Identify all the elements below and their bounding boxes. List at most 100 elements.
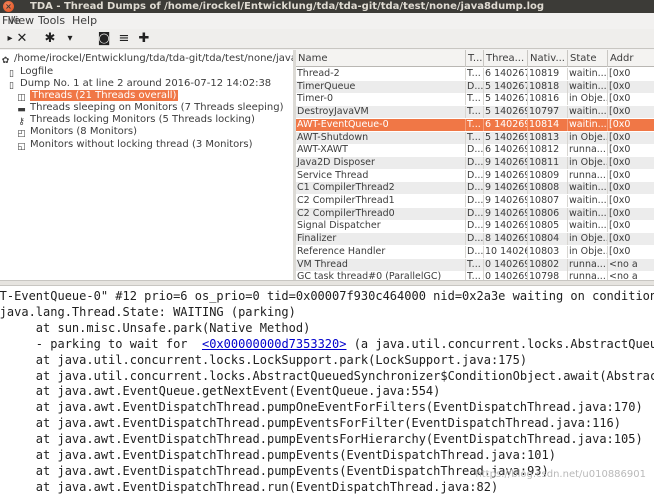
- cell-name: VM Thread: [296, 258, 466, 271]
- cell-native-id: 10809: [528, 169, 568, 182]
- table-row[interactable]: GC task thread#0 (ParallelGC) T... 0 14026…: [296, 271, 654, 280]
- cell-thread-id: 9 140269...: [484, 195, 528, 207]
- tree-item-locking[interactable]: ⚷ Threads locking Monitors (5 Threads loc…: [16, 114, 255, 127]
- table-row[interactable]: Service ThreadD...9 140269...10809runna.…: [296, 169, 654, 182]
- watermark: https://blog.csdn.net/u010886901: [475, 469, 646, 480]
- tree-item-monitors-unlocked[interactable]: ◱ Monitors without locking thread (3 Moni…: [16, 139, 252, 152]
- tree-root[interactable]: ✿/home/irockel/Entwicklung/tda/tda-git/t…: [0, 53, 293, 66]
- cell-address: [0x0: [609, 118, 631, 130]
- cell-name: AWT-Shutdown: [296, 131, 466, 144]
- cell-type: D...: [467, 144, 484, 157]
- tree-item-threads[interactable]: ◫ Threads (21 Threads overall): [16, 90, 179, 103]
- dump-line-text: "AWT-EventQueue-0" #12 prio=6 os_prio=0 …: [0, 289, 654, 303]
- filter-icon[interactable]: ≡: [116, 31, 132, 47]
- cell-type: T...: [466, 271, 484, 280]
- table-row[interactable]: TimerQueueD...5 140267...10818waitin...[…: [296, 80, 654, 93]
- dump-line-text: at java.awt.EventDispatchThread.pumpEven…: [0, 463, 549, 478]
- cell-name: Reference Handler: [296, 245, 466, 258]
- column-header-name[interactable]: Name: [296, 50, 466, 67]
- cell-state: in Obje...: [569, 131, 608, 144]
- column-header-address[interactable]: Addr: [608, 50, 654, 67]
- table-row[interactable]: FinalizerD...8 140269...10804in Obje...[…: [296, 233, 654, 246]
- cell-type: D...: [467, 80, 484, 93]
- dump-line-text: at java.awt.EventDispatchThread.pumpOneE…: [0, 400, 643, 415]
- cell-type: T...: [466, 118, 484, 131]
- dump-line: at java.awt.EventDispatchThread.pumpOneE…: [0, 399, 643, 415]
- cell-native-id: 10818: [528, 80, 568, 93]
- table-row[interactable]: AWT-ShutdownT...5 140269...10813in Obje.…: [296, 131, 654, 144]
- dump-line-text: at java.awt.EventDispatchThread.pumpEven…: [0, 448, 556, 462]
- column-header-thread-id[interactable]: Threa...: [484, 50, 528, 67]
- menu-view[interactable]: View: [8, 13, 34, 29]
- cell-address: <no a: [609, 258, 638, 270]
- cell-address: [0x0: [609, 182, 631, 194]
- cell-thread-id: 5 140267...: [484, 80, 528, 93]
- table-row[interactable]: C1 CompilerThread2D...9 140269...10808wa…: [296, 182, 654, 195]
- table-row[interactable]: C2 CompilerThread0D...9 140269...10806wa…: [296, 207, 654, 220]
- monitor-link[interactable]: <0x00000000d7353320>: [202, 337, 347, 351]
- tree-item-monitors[interactable]: ◰ Monitors (8 Monitors): [16, 126, 137, 139]
- dump-line-text: - parking to wait for: [0, 336, 202, 351]
- dump-line-text: at java.awt.EventDispatchThread.pumpEven…: [0, 432, 643, 447]
- table-row[interactable]: Reference HandlerD...10 140269...10803in…: [296, 245, 654, 258]
- dump-line-text: at java.util.concurrent.locks.LockSuppor…: [0, 352, 528, 367]
- window-titlebar: × TDA - Thread Dumps of /home/irockel/En…: [0, 0, 654, 13]
- thread-dump-text[interactable]: "AWT-EventQueue-0" #12 prio=6 os_prio=0 …: [0, 286, 654, 496]
- cell-native-id: 10797: [528, 106, 568, 119]
- dump-line: at java.util.concurrent.locks.LockSuppor…: [0, 352, 527, 368]
- cell-thread-id: 6 140269...: [484, 144, 528, 157]
- column-header-state[interactable]: State: [568, 50, 608, 67]
- cell-address: [0x0: [609, 207, 631, 219]
- table-row[interactable]: DestroyJavaVMT...5 140269...10797waitin.…: [296, 106, 654, 119]
- cell-address: [0x0: [609, 80, 631, 92]
- cell-address: [0x0: [609, 220, 631, 232]
- tree-logfile[interactable]: ▯ Logfile: [6, 66, 53, 79]
- dump-line-text: at java.awt.EventDispatchThread.pumpEven…: [0, 416, 621, 431]
- cell-thread-id: 6 140267...: [484, 68, 528, 80]
- chevron-down-icon[interactable]: ▾: [62, 31, 78, 47]
- dump-line: java.lang.Thread.State: WAITING (parking…: [0, 304, 296, 320]
- cell-state: waitin...: [569, 118, 608, 131]
- table-row[interactable]: AWT-XAWTD...6 140269...10812runna...[0x0: [296, 144, 654, 157]
- table-row[interactable]: VM ThreadT...0 140269...10802runna...<no…: [296, 258, 654, 271]
- cell-thread-id: 8 140269...: [484, 233, 528, 246]
- table-row[interactable]: Java2D DisposerD...9 140269...10811in Ob…: [296, 156, 654, 169]
- cell-thread-id: 9 140269...: [484, 207, 528, 220]
- monitor-icon[interactable]: ◙: [96, 31, 112, 47]
- gear-icon[interactable]: ✱: [42, 31, 58, 47]
- dump-line-text: at java.awt.EventQueue.getNextEvent(Even…: [0, 384, 441, 399]
- cell-name: C1 CompilerThread2: [296, 182, 466, 195]
- plugin-icon[interactable]: ✚: [136, 31, 152, 47]
- cell-state: waitin...: [569, 207, 608, 220]
- cell-state: waitin...: [569, 220, 608, 233]
- close-icon[interactable]: ✕: [14, 31, 30, 47]
- cell-name: C2 CompilerThread0: [296, 207, 466, 220]
- cell-native-id: 10816: [528, 93, 568, 106]
- table-header: Name T... Threa... Nativ... State Addr: [296, 50, 654, 67]
- menu-help[interactable]: Help: [72, 13, 97, 29]
- dump-line-text: java.lang.Thread.State: WAITING (parking…: [0, 304, 296, 319]
- cell-address: [0x0: [609, 169, 631, 181]
- table-row[interactable]: Timer-0T...5 140267...10816in Obje...[0x…: [296, 93, 654, 106]
- cell-address: [0x0: [609, 245, 631, 257]
- table-row[interactable]: Thread-2T...6 140267...10819waitin...[0x…: [296, 68, 654, 80]
- dump-line-text: at java.awt.EventDispatchThread.run(Even…: [0, 479, 499, 494]
- column-header-native-id[interactable]: Nativ...: [528, 50, 568, 67]
- table-row[interactable]: AWT-EventQueue-0T...6 140269...10814wait…: [296, 118, 654, 131]
- dump-tree[interactable]: ✿/home/irockel/Entwicklung/tda/tda-git/t…: [0, 50, 293, 280]
- window-close-button[interactable]: ×: [3, 1, 14, 12]
- cell-native-id: 10804: [528, 233, 568, 246]
- cell-name: C2 CompilerThread1: [296, 195, 466, 207]
- cell-address: [0x0: [609, 156, 631, 168]
- table-row[interactable]: C2 CompilerThread1D...9 140269...10807wa…: [296, 195, 654, 207]
- column-header-type[interactable]: T...: [466, 50, 484, 67]
- dump-line: - parking to wait for <0x00000000d735332…: [0, 336, 654, 352]
- tree-dump[interactable]: ▯ Dump No. 1 at line 2 around 2016-07-12 …: [6, 78, 271, 91]
- tree-item-sleeping[interactable]: ▬ Threads sleeping on Monitors (7 Threads…: [16, 102, 283, 115]
- table-row[interactable]: Signal DispatcherD...9 140269...10805wai…: [296, 220, 654, 233]
- cell-name: Thread-2: [296, 68, 466, 80]
- menu-tools[interactable]: Tools: [38, 13, 65, 29]
- thread-table[interactable]: Name T... Threa... Nativ... State Addr T…: [296, 50, 654, 280]
- cell-state: runna...: [568, 258, 608, 271]
- cell-address: [0x0: [609, 68, 631, 79]
